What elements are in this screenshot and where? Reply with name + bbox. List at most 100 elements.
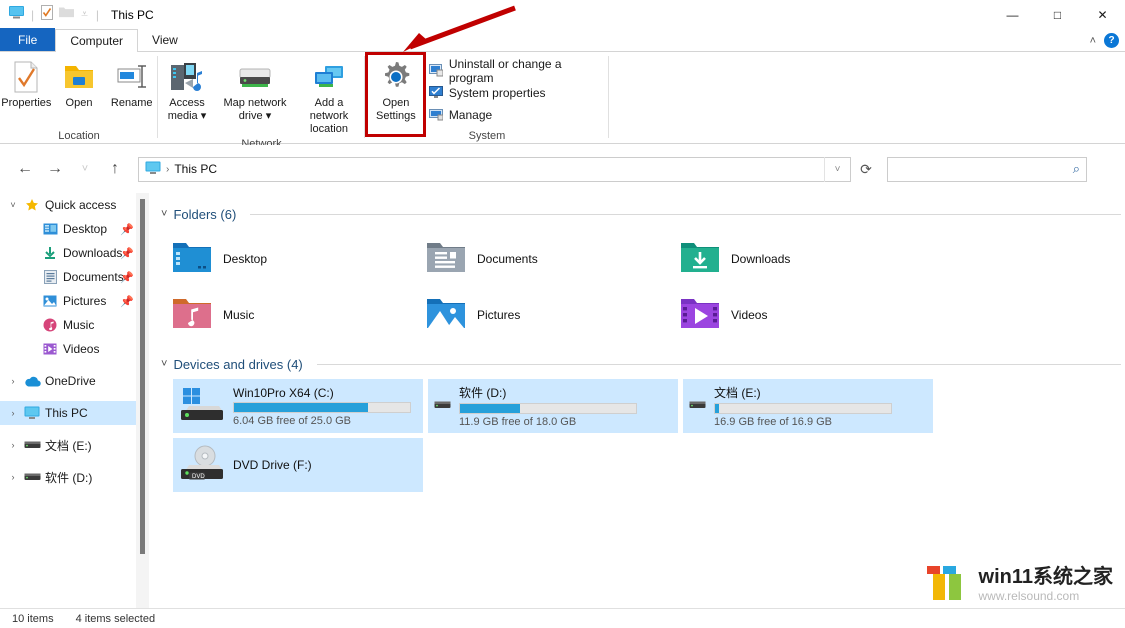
tab-file[interactable]: File <box>0 28 55 51</box>
folders-group-header[interactable]: ˅ Folders (6) <box>149 203 1125 225</box>
drives-group-header[interactable]: ˅ Devices and drives (4) <box>149 353 1125 375</box>
drive-tile[interactable]: 软件 (D:) 11.9 GB free of 18.0 GB <box>428 379 678 433</box>
sidebar-item-music[interactable]: Music <box>0 313 148 337</box>
ribbon-tabs: File Computer View ˄ ? <box>0 29 1125 52</box>
open-button[interactable]: Open <box>53 56 106 110</box>
drive-info: Win10Pro X64 (C:)6.04 GB free of 25.0 GB <box>233 386 411 427</box>
refresh-button[interactable]: ⟳ <box>851 157 881 182</box>
window-controls: — □ ✕ <box>990 0 1125 29</box>
folder-tile[interactable]: Videos <box>679 287 933 343</box>
chevron-down-icon[interactable]: ˅ <box>161 208 167 220</box>
up-button[interactable]: ↑ <box>100 154 130 184</box>
folder-icon[interactable] <box>58 5 75 24</box>
properties-icon[interactable] <box>40 5 54 25</box>
expander-icon[interactable]: ˅ <box>4 200 22 210</box>
drive-tile[interactable]: Win10Pro X64 (C:)6.04 GB free of 25.0 GB <box>173 379 423 433</box>
file-explorer-window: | ⩡ | This PC — □ ✕ File Computer <box>0 0 1125 628</box>
downloads-icon <box>40 246 60 260</box>
drive-free-space: 11.9 GB free of 18.0 GB <box>459 416 637 428</box>
rename-button[interactable]: Rename <box>105 56 158 110</box>
expander-icon[interactable]: › <box>4 376 22 386</box>
drive-tile[interactable]: DVDDVD Drive (F:) <box>173 438 423 492</box>
search-input[interactable]: ⌕ <box>887 157 1087 182</box>
folder-tile[interactable]: Pictures <box>425 287 679 343</box>
address-dropdown[interactable]: ˅ <box>824 157 850 182</box>
folder-tile[interactable]: Downloads <box>679 231 933 287</box>
map-network-drive-button[interactable]: Map network drive ▾ <box>216 56 294 123</box>
this-pc-icon[interactable] <box>8 5 25 25</box>
help-icon[interactable]: ? <box>1104 33 1119 48</box>
properties-button[interactable]: Properties <box>0 56 53 110</box>
pin-icon[interactable]: 📌 <box>120 271 134 284</box>
minimize-button[interactable]: — <box>990 0 1035 29</box>
drive-tile[interactable]: 文档 (E:)16.9 GB free of 16.9 GB <box>683 379 933 433</box>
folder-tile[interactable]: Documents <box>425 231 679 287</box>
ribbon: Properties Open <box>0 52 1125 144</box>
close-button[interactable]: ✕ <box>1080 0 1125 29</box>
open-folder-icon <box>63 60 95 94</box>
sidebar-item-desktop[interactable]: Desktop📌 <box>0 217 148 241</box>
desktop-icon <box>40 222 60 236</box>
expander-icon[interactable]: › <box>4 472 22 482</box>
drive-name: 软件 (D:) <box>459 384 637 401</box>
collapse-ribbon-icon[interactable]: ˄ <box>1090 35 1096 47</box>
sidebar-item-pictures[interactable]: Pictures📌 <box>0 289 148 313</box>
forward-button[interactable]: → <box>40 154 70 184</box>
navigation-pane: ˅Quick accessDesktop📌Downloads📌Documents… <box>0 193 148 608</box>
add-network-location-button[interactable]: Add a network location <box>294 56 364 136</box>
dropdown-caret[interactable]: ⩡ <box>79 7 90 22</box>
address-input[interactable]: › This PC ˅ <box>138 157 851 182</box>
tab-view[interactable]: View <box>138 28 192 51</box>
breadcrumb[interactable]: › This PC <box>145 161 217 178</box>
folder-name: Downloads <box>731 252 790 266</box>
folder-name: Pictures <box>477 308 520 322</box>
expander-icon[interactable]: › <box>4 408 22 418</box>
access-media-button[interactable]: Access media ▾ <box>158 56 216 123</box>
maximize-button[interactable]: □ <box>1035 0 1080 29</box>
search-icon[interactable]: ⌕ <box>1073 161 1080 177</box>
sidebar-item-quick-access[interactable]: ˅Quick access <box>0 193 148 217</box>
sidebar-item-downloads[interactable]: Downloads📌 <box>0 241 148 265</box>
expander-icon[interactable]: › <box>4 440 22 450</box>
sidebar-item-this-pc[interactable]: ›This PC <box>0 401 148 425</box>
properties-label: Properties <box>1 97 51 110</box>
pin-icon[interactable]: 📌 <box>120 247 134 260</box>
sidebar-item-videos[interactable]: Videos <box>0 337 148 361</box>
sidebar-section-gap <box>0 425 148 433</box>
dropdown-caret-icon[interactable]: ▾ <box>201 110 207 122</box>
pin-icon[interactable]: 📌 <box>120 223 134 236</box>
sidebar-section-gap <box>0 393 148 401</box>
recent-locations-button[interactable]: ˅ <box>70 154 100 184</box>
system-properties-item[interactable]: System properties <box>427 82 609 104</box>
system-properties-label: System properties <box>449 86 546 100</box>
chevron-down-icon[interactable]: ˅ <box>161 358 167 370</box>
drive-free-space: 16.9 GB free of 16.9 GB <box>714 416 892 428</box>
title-bar: | ⩡ | This PC — □ ✕ <box>0 0 1125 29</box>
open-settings-button[interactable]: Open Settings <box>365 56 427 123</box>
nav-scrollbar-thumb[interactable] <box>140 199 145 554</box>
folder-tile[interactable]: Desktop <box>171 231 425 287</box>
sidebar-item-d[interactable]: › 软件 (D:) <box>0 465 148 489</box>
sidebar-item-label: 软件 (D:) <box>45 469 92 486</box>
nav-scrollbar[interactable] <box>136 193 149 608</box>
chevron-down-icon[interactable]: ˅ <box>824 157 850 182</box>
breadcrumb-label[interactable]: This PC <box>174 162 217 176</box>
sidebar-item-label: Videos <box>63 342 99 356</box>
manage-label: Manage <box>449 108 492 122</box>
back-button[interactable]: ← <box>10 154 40 184</box>
sidebar-item-e[interactable]: ›文档 (E:) <box>0 433 148 457</box>
uninstall-program-item[interactable]: Uninstall or change a program <box>427 60 609 82</box>
manage-item[interactable]: Manage <box>427 104 609 126</box>
folder-pictures-icon <box>425 295 467 336</box>
documents-icon <box>40 270 60 284</box>
quick-access-toolbar: | ⩡ | <box>0 0 101 29</box>
window-title: This PC <box>111 8 154 22</box>
folder-tile[interactable]: Music <box>171 287 425 343</box>
group-divider <box>608 56 609 138</box>
sidebar-item-documents[interactable]: Documents📌 <box>0 265 148 289</box>
add-network-location-label: Add a network location <box>294 97 364 136</box>
tab-computer[interactable]: Computer <box>55 29 138 52</box>
sidebar-item-onedrive[interactable]: ›OneDrive <box>0 369 148 393</box>
pin-icon[interactable]: 📌 <box>120 295 134 308</box>
dropdown-caret-icon[interactable]: ▾ <box>266 110 272 122</box>
